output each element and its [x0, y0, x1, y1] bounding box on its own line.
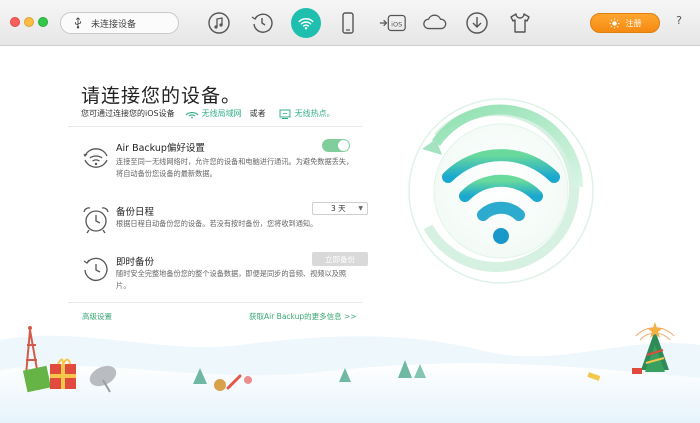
minimize-window-button[interactable]	[24, 17, 34, 27]
help-button[interactable]: ?	[672, 14, 686, 32]
toolbar: 未连接设备 iOS 注册 ?	[0, 0, 700, 46]
usb-icon	[71, 16, 85, 30]
ios-label: iOS	[391, 20, 402, 28]
air-backup-icon	[83, 148, 108, 168]
backup-schedule-title: 备份日程	[116, 207, 155, 218]
wifi-icon[interactable]	[291, 8, 321, 38]
connect-instructions: 您可通过连接您的iOS设备 无线局域网 或者 无线热点。	[81, 108, 335, 119]
sun-icon	[608, 17, 620, 29]
zoom-window-button[interactable]	[38, 17, 48, 27]
phone-icon[interactable]	[334, 9, 362, 37]
divider	[68, 126, 362, 127]
history-icon[interactable]	[248, 9, 276, 37]
air-backup-setting: Air Backup偏好设置 连接至同一无线网络时，允许您的设备和电脑进行通讯。…	[68, 134, 362, 194]
backup-schedule-description: 根据日程自动备份您的设备。若没有按时备份，您将收到通知。	[116, 219, 318, 228]
register-button[interactable]: 注册	[590, 13, 660, 33]
download-icon[interactable]	[463, 9, 491, 37]
instant-backup-title: 即时备份	[116, 257, 155, 268]
toggle-knob	[338, 140, 349, 151]
schedule-days-select[interactable]: 3 天 ▼	[312, 202, 368, 215]
ios-transfer-icon[interactable]: iOS	[377, 9, 409, 37]
wlan-link[interactable]: 无线局域网	[202, 108, 242, 119]
wifi-illustration	[408, 98, 594, 284]
register-label: 注册	[625, 18, 642, 28]
device-selector-label: 未连接设备	[91, 19, 137, 30]
wlan-icon	[185, 111, 199, 118]
or-text: 或者	[249, 109, 266, 118]
air-backup-title: Air Backup偏好设置	[116, 143, 205, 154]
cloud-icon[interactable]	[420, 9, 450, 37]
schedule-days-value: 3 天	[331, 204, 346, 213]
clock-icon	[83, 257, 108, 281]
close-window-button[interactable]	[10, 17, 20, 27]
hotspot-link[interactable]: 无线热点。	[295, 108, 335, 119]
backup-now-button[interactable]: 立即备份	[312, 252, 368, 266]
instant-backup-description: 随时安全完整地备份您的整个设备数据，即便是同步的音频、视频以及照片。	[116, 269, 347, 290]
chevron-down-icon: ▼	[358, 205, 363, 212]
air-backup-description: 连接至同一无线网络时，允许您的设备和电脑进行通讯。为避免数据丢失，将自动备份您设…	[116, 157, 354, 178]
alarm-clock-icon	[83, 207, 109, 234]
air-backup-toggle[interactable]	[322, 139, 350, 152]
wifi-dot	[493, 228, 509, 244]
tshirt-icon[interactable]	[506, 9, 534, 37]
instant-backup-setting: 即时备份 随时安全完整地备份您的整个设备数据，即便是同步的音频、视频以及照片。 …	[68, 248, 368, 300]
page-title: 请连接您的设备。	[81, 85, 242, 107]
device-selector[interactable]: 未连接设备	[60, 12, 179, 34]
hotspot-icon	[279, 109, 291, 119]
holiday-scene	[0, 322, 700, 423]
connect-instructions-prefix: 您可通过连接您的iOS设备	[81, 109, 175, 118]
backup-schedule-setting: 备份日程 根据日程自动备份您的设备。若没有按时备份，您将收到通知。 3 天 ▼	[68, 198, 368, 246]
music-icon[interactable]	[205, 9, 233, 37]
